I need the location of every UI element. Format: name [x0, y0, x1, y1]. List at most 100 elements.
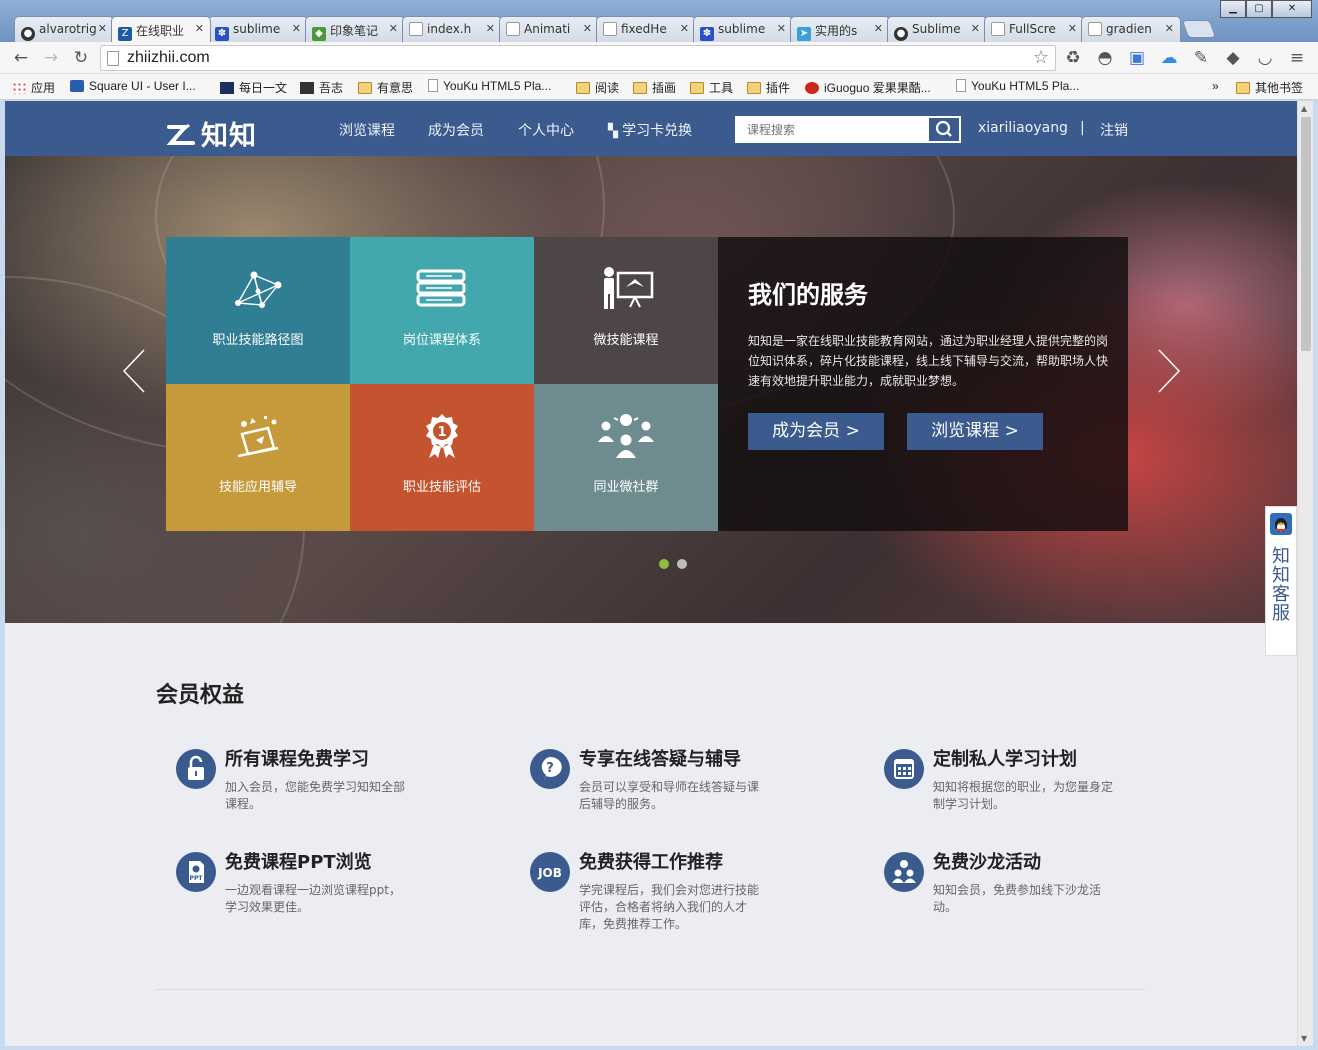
nav-separator: |: [1080, 120, 1085, 136]
scrollbar-thumb[interactable]: [1301, 117, 1311, 351]
tile-peer-community[interactable]: 同业微社群: [534, 384, 718, 531]
qq-service-label: 知知客服: [1272, 546, 1290, 624]
folder-extension-icon[interactable]: ▣: [1126, 47, 1148, 69]
recycle-extension-icon[interactable]: ♻: [1062, 47, 1084, 69]
maximize-button[interactable]: ▢: [1246, 0, 1272, 18]
benefit-description: 会员可以享受和导师在线答疑与课后辅导的服务。: [579, 780, 760, 811]
tile-course-system[interactable]: 岗位课程体系: [350, 237, 534, 384]
wuzhi-icon: [300, 82, 314, 94]
tab-title: 实用的s: [815, 24, 858, 38]
bookmark-folder[interactable]: 插画: [633, 79, 676, 96]
bookmark-folder[interactable]: 插件: [747, 79, 790, 96]
pocket-extension-icon[interactable]: ◡: [1254, 47, 1276, 69]
bookmarks-overflow[interactable]: »: [1212, 79, 1219, 93]
tile-skill-coaching[interactable]: 技能应用辅导: [166, 384, 350, 531]
tab-7[interactable]: ✽ sublime ✕: [693, 16, 793, 42]
tile-skill-assessment[interactable]: 1 职业技能评估: [350, 384, 534, 531]
logout-link[interactable]: 注销: [1100, 120, 1128, 140]
tab-title: index.h: [427, 22, 472, 36]
tile-skill-path-map[interactable]: 职业技能路径图: [166, 237, 350, 384]
carousel-dot[interactable]: [659, 559, 669, 569]
benefit-title: 专享在线答疑与辅导: [579, 749, 741, 770]
tile-micro-skill-courses[interactable]: 微技能课程: [534, 237, 718, 384]
nav-become-member[interactable]: 成为会员: [428, 120, 484, 140]
bookmark-folder[interactable]: 有意思: [358, 79, 413, 96]
scroll-down-arrow-icon[interactable]: ▼: [1301, 1034, 1307, 1043]
menu-icon[interactable]: ≡: [1286, 47, 1308, 69]
tab-5[interactable]: Animati ✕: [499, 16, 599, 42]
page-scrollbar[interactable]: ▲ ▼: [1297, 101, 1313, 1046]
search-input[interactable]: [737, 118, 927, 141]
bookmark-apps[interactable]: 应用: [12, 79, 55, 96]
become-member-button[interactable]: 成为会员 >: [748, 413, 884, 450]
evernote-extension-icon[interactable]: ◆: [1222, 47, 1244, 69]
section-divider: [155, 989, 1145, 990]
carousel-dot[interactable]: [677, 559, 687, 569]
bookmark-folder[interactable]: 阅读: [576, 79, 619, 96]
minimize-button[interactable]: ▁: [1220, 0, 1246, 18]
other-bookmarks[interactable]: 其他书签: [1236, 79, 1303, 96]
cloud-extension-icon[interactable]: ☁: [1158, 47, 1180, 69]
scroll-up-arrow-icon[interactable]: ▲: [1301, 104, 1307, 113]
browse-courses-button[interactable]: 浏览课程 >: [907, 413, 1043, 450]
bookmark-star-icon[interactable]: ☆: [1033, 47, 1049, 68]
nav-personal-center[interactable]: 个人中心: [518, 120, 574, 140]
back-arrow-icon[interactable]: ←: [10, 47, 32, 69]
address-bar[interactable]: zhiizhii.com ☆: [100, 45, 1056, 71]
tab-1[interactable]: Z 在线职业 ✕: [111, 16, 211, 42]
bookmark-item[interactable]: 每日一文: [220, 79, 287, 96]
tab-3[interactable]: ◆ 印象笔记 ✕: [305, 16, 405, 42]
site-logo[interactable]: 知知: [165, 114, 257, 153]
tile-label: 职业技能路径图: [212, 333, 304, 348]
close-tab-icon[interactable]: ✕: [874, 22, 883, 35]
close-tab-icon[interactable]: ✕: [98, 22, 107, 35]
close-tab-icon[interactable]: ✕: [486, 22, 495, 35]
close-tab-icon[interactable]: ✕: [583, 22, 592, 35]
page-icon: [107, 51, 119, 66]
close-tab-icon[interactable]: ✕: [195, 22, 204, 35]
new-tab-button[interactable]: [1181, 20, 1217, 38]
bookmark-item[interactable]: YouKu HTML5 Pla...: [428, 79, 551, 93]
tab-6[interactable]: fixedHe ✕: [596, 16, 696, 42]
tab-11[interactable]: gradien ✕: [1081, 16, 1181, 42]
tab-4[interactable]: index.h ✕: [402, 16, 502, 42]
tab-2[interactable]: ✽ sublime ✕: [208, 16, 308, 42]
reload-icon[interactable]: ↻: [70, 47, 92, 69]
close-tab-icon[interactable]: ✕: [1068, 22, 1077, 35]
bookmark-item[interactable]: YouKu HTML5 Pla...: [956, 79, 1079, 93]
mask-extension-icon[interactable]: ◓: [1094, 47, 1116, 69]
tab-0[interactable]: ● alvarotrigo✕: [14, 16, 114, 42]
search-button[interactable]: [929, 118, 959, 141]
qq-customer-service[interactable]: 知知客服: [1265, 506, 1297, 656]
github-icon: ●: [894, 27, 908, 41]
close-tab-icon[interactable]: ✕: [777, 22, 786, 35]
member-benefits: 会员权益 所有课程免费学习 加入会员，您能免费学习知知全部课程。 ? 专享在线答…: [155, 671, 1145, 1011]
folder-icon: [358, 82, 372, 94]
tab-9[interactable]: ● Sublime ✕: [887, 16, 987, 42]
close-tab-icon[interactable]: ✕: [680, 22, 689, 35]
close-window-button[interactable]: ✕: [1272, 0, 1312, 18]
tab-10[interactable]: FullScre ✕: [984, 16, 1084, 42]
bookmark-item[interactable]: 吾志: [300, 79, 343, 96]
feather-extension-icon[interactable]: ✎: [1190, 47, 1212, 69]
tab-title: fixedHe: [621, 22, 667, 36]
close-tab-icon[interactable]: ✕: [292, 22, 301, 35]
tab-title: Sublime: [912, 22, 961, 36]
benefit-item: 定制私人学习计划 知知将根据您的职业，为您量身定制学习计划。: [863, 745, 1193, 845]
carousel-next-arrow-icon[interactable]: [1153, 346, 1183, 396]
username-link[interactable]: xiariliaoyang: [978, 120, 1068, 136]
close-tab-icon[interactable]: ✕: [971, 22, 980, 35]
bookmark-folder[interactable]: 工具: [690, 79, 733, 96]
bookmark-item[interactable]: iGuoguo 爱果果酷...: [805, 79, 931, 96]
tab-8[interactable]: ➤ 实用的s ✕: [790, 16, 890, 42]
unlock-icon: [176, 749, 216, 789]
carousel-prev-arrow-icon[interactable]: [120, 346, 150, 396]
forward-arrow-icon[interactable]: →: [40, 47, 62, 69]
close-tab-icon[interactable]: ✕: [1165, 22, 1174, 35]
close-tab-icon[interactable]: ✕: [389, 22, 398, 35]
bookmark-label: 其他书签: [1255, 81, 1304, 95]
bookmark-item[interactable]: Square UI - User I...: [70, 79, 196, 93]
address-url: zhiizhii.com: [127, 49, 210, 66]
nav-card-redeem[interactable]: ▚ 学习卡兑换: [608, 120, 692, 140]
nav-browse-courses[interactable]: 浏览课程: [339, 120, 395, 140]
